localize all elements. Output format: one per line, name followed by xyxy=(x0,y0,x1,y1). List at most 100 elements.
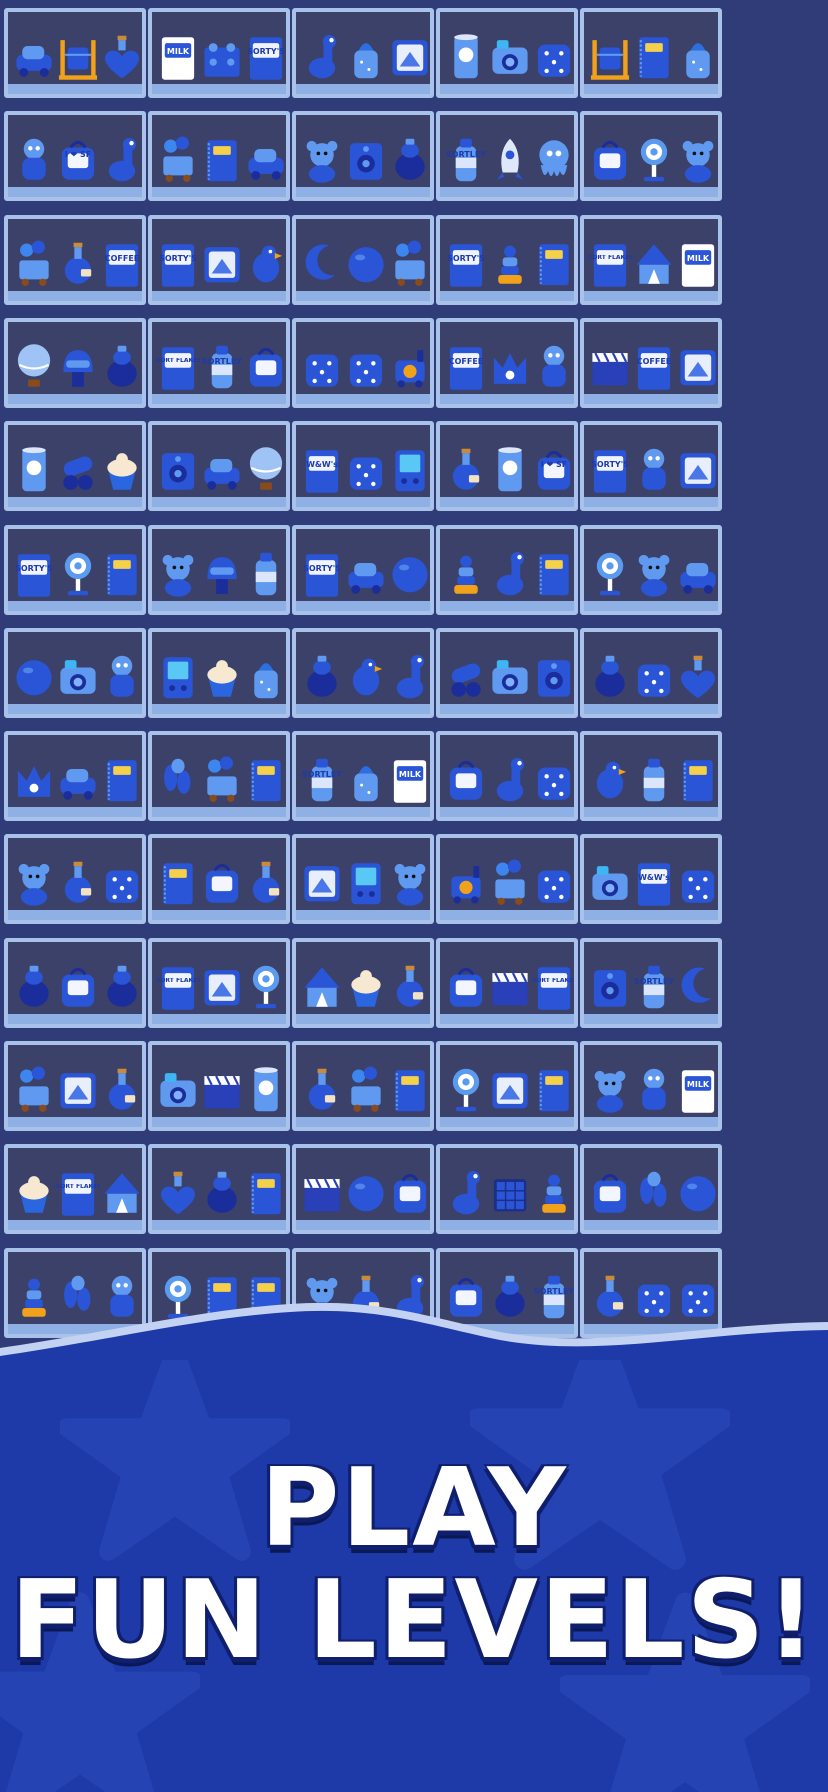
shelf-slot[interactable] xyxy=(580,111,722,202)
ball-icon[interactable] xyxy=(388,541,430,607)
shelf-slot[interactable] xyxy=(436,8,578,98)
star-bottle-icon[interactable] xyxy=(56,850,100,916)
backpack-icon[interactable] xyxy=(588,1160,632,1226)
shelf-slot[interactable] xyxy=(292,8,434,98)
mug-icon[interactable] xyxy=(344,437,388,503)
car-icon[interactable] xyxy=(200,437,244,503)
cupcake-icon[interactable] xyxy=(100,437,142,503)
hot-air-balloon-icon[interactable] xyxy=(12,334,56,400)
suitcase-icon[interactable] xyxy=(588,127,632,193)
dinosaur-icon[interactable] xyxy=(388,644,430,710)
teddy-bear-icon[interactable] xyxy=(588,1057,632,1123)
sort-flakes-icon[interactable]: SORT FLAKES xyxy=(56,1160,100,1226)
book-icon[interactable] xyxy=(244,1160,286,1226)
dinosaur-icon[interactable] xyxy=(444,1160,488,1226)
shelf-slot[interactable]: SORT FLAKES MILK xyxy=(580,214,722,305)
train-icon[interactable] xyxy=(444,850,488,916)
cupcake-icon[interactable] xyxy=(12,1160,56,1226)
lollipop-icon[interactable] xyxy=(56,541,100,607)
sort-flakes-icon[interactable]: SORT FLAKES xyxy=(156,334,200,400)
dice-box-icon[interactable] xyxy=(532,24,574,90)
shelf-slot[interactable] xyxy=(4,421,146,512)
gummy-bear-icon[interactable] xyxy=(12,850,56,916)
chips-tube-icon[interactable] xyxy=(444,24,488,90)
camera-icon[interactable] xyxy=(156,1057,200,1123)
heart-bottle-icon[interactable] xyxy=(100,24,142,90)
shelf-slot[interactable] xyxy=(148,834,290,925)
sortys-cup-icon[interactable]: SORTY'S xyxy=(12,541,56,607)
shelf-slot[interactable] xyxy=(436,1041,578,1131)
circus-tent-icon[interactable] xyxy=(300,954,344,1020)
sort-flakes-icon[interactable]: SORT FLAKES xyxy=(156,954,200,1020)
car-icon[interactable] xyxy=(244,127,286,193)
shelf-slot[interactable]: I ❤ SF xyxy=(4,111,146,202)
shelf-slot[interactable] xyxy=(292,214,434,305)
octopus-icon[interactable] xyxy=(532,127,574,193)
shelf-slot[interactable] xyxy=(292,317,434,408)
teapot-icon[interactable] xyxy=(100,334,142,400)
chips-tube-icon[interactable] xyxy=(488,437,532,503)
shelf-slot[interactable]: MILK xyxy=(580,1041,722,1131)
shelf-slot[interactable]: I ❤ SF xyxy=(436,421,578,512)
teddy-bear-icon[interactable] xyxy=(388,850,430,916)
wow-candy-icon[interactable]: W&W's xyxy=(300,437,344,503)
book-icon[interactable] xyxy=(676,747,718,813)
jar-icon[interactable] xyxy=(632,644,676,710)
fairy-figure-icon[interactable] xyxy=(632,437,676,503)
shelf-slot[interactable] xyxy=(580,524,722,615)
camera-icon[interactable] xyxy=(588,850,632,916)
coffee-pack-icon[interactable]: COFFEE xyxy=(100,231,142,297)
sortley-bottle-icon[interactable]: SORTLEY xyxy=(200,334,244,400)
globe-icon[interactable] xyxy=(344,1160,388,1226)
shelf-slot[interactable] xyxy=(148,111,290,202)
ice-cream-cart-icon[interactable] xyxy=(12,1057,56,1123)
notebook-icon[interactable] xyxy=(532,541,574,607)
vase-icon[interactable] xyxy=(388,127,430,193)
shelf-slot[interactable] xyxy=(4,8,146,98)
shelf-slot[interactable]: W&W's xyxy=(292,421,434,512)
train-icon[interactable] xyxy=(388,334,430,400)
balloon-cart-icon[interactable] xyxy=(200,747,244,813)
shelf-slot[interactable] xyxy=(292,111,434,202)
opera-frame-icon[interactable] xyxy=(676,334,718,400)
spiral-notebook-icon[interactable] xyxy=(100,747,142,813)
shelf-slot[interactable] xyxy=(580,1144,722,1235)
gummy-bear-icon[interactable] xyxy=(632,541,676,607)
sortley-bottle-icon[interactable]: SORTLEY xyxy=(444,127,488,193)
shelf-slot[interactable]: MILK SORTY'S xyxy=(148,8,290,98)
baby-bottle-icon[interactable] xyxy=(676,24,718,90)
radio-icon[interactable] xyxy=(588,954,632,1020)
circus-tent-icon[interactable] xyxy=(632,231,676,297)
shelf-slot[interactable] xyxy=(4,937,146,1028)
spiral-notebook-icon[interactable] xyxy=(532,231,574,297)
spiral-notebook-icon[interactable] xyxy=(200,127,244,193)
potion-bottle-icon[interactable] xyxy=(244,850,286,916)
shelf-slot[interactable]: COFFEE xyxy=(436,317,578,408)
ball-icon[interactable] xyxy=(12,644,56,710)
shelf-slot[interactable] xyxy=(4,627,146,718)
sortley-bottle-icon[interactable]: SORTLEY xyxy=(300,747,344,813)
dinosaur-icon[interactable] xyxy=(100,127,142,193)
shelf-slot[interactable]: SORTLEY xyxy=(580,937,722,1028)
shelf-slot[interactable]: SORTLEY MILK xyxy=(292,731,434,822)
shelf-slot[interactable] xyxy=(292,937,434,1028)
shelf-slot[interactable] xyxy=(292,627,434,718)
sort-flakes-icon[interactable]: SORT FLAKES xyxy=(588,231,632,297)
game-console-icon[interactable] xyxy=(156,644,200,710)
shelf-slot[interactable] xyxy=(148,1041,290,1131)
suitcase-icon[interactable] xyxy=(244,334,286,400)
speaker-icon[interactable] xyxy=(156,437,200,503)
shelf-slot[interactable]: SORTY'S xyxy=(4,524,146,615)
shelf-slot[interactable]: COFFEE xyxy=(4,214,146,305)
parrot-icon[interactable] xyxy=(244,231,286,297)
shelf-slot[interactable] xyxy=(292,1144,434,1235)
speaker-icon[interactable] xyxy=(532,644,574,710)
mug-icon[interactable] xyxy=(300,334,344,400)
robot-stack-icon[interactable] xyxy=(444,541,488,607)
shelf-slot[interactable] xyxy=(436,524,578,615)
shelf-slot[interactable] xyxy=(436,627,578,718)
postcard-icon[interactable] xyxy=(676,437,718,503)
shelf-slot[interactable] xyxy=(580,627,722,718)
potion-bottle-icon[interactable] xyxy=(100,1057,142,1123)
shelf-slot[interactable] xyxy=(580,731,722,822)
